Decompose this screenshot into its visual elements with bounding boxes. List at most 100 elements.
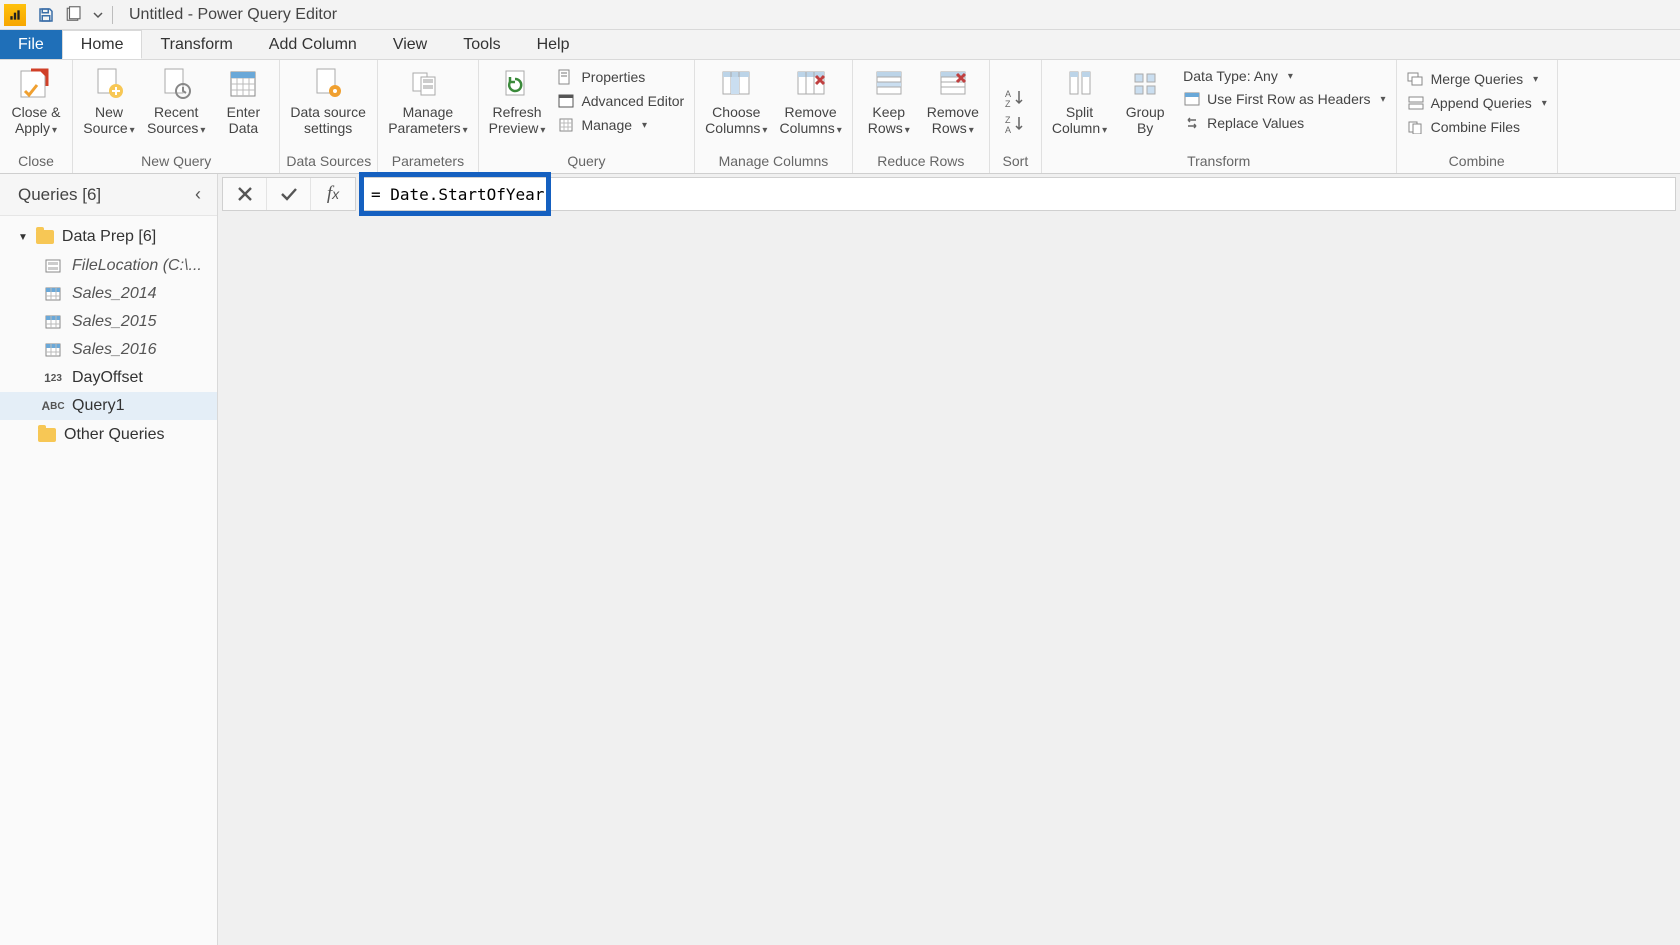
ribbon-group-transform: Split Column▾ Group By Data Type: Any▾ U… (1042, 60, 1397, 173)
recent-sources-button[interactable]: Recent Sources▾ (143, 64, 209, 139)
remove-columns-button[interactable]: Remove Columns▾ (775, 64, 845, 139)
query-group-data-prep[interactable]: ▼ Data Prep [6] (0, 222, 217, 252)
manage-parameters-label: Manage Parameters▾ (388, 104, 467, 137)
parameter-icon (44, 258, 62, 274)
folder-icon (38, 427, 56, 443)
merge-queries-label: Merge Queries (1431, 71, 1524, 87)
manage-button[interactable]: Manage▾ (553, 114, 688, 136)
append-queries-label: Append Queries (1431, 95, 1532, 111)
query-item-dayoffset[interactable]: 123 DayOffset (0, 364, 217, 392)
properties-icon (557, 68, 575, 86)
split-column-icon (1060, 66, 1100, 102)
save-icon[interactable] (34, 3, 58, 27)
number-icon: 123 (44, 370, 62, 386)
keep-rows-button[interactable]: Keep Rows▾ (859, 64, 919, 139)
tab-add-column[interactable]: Add Column (251, 30, 375, 59)
qat-dropdown-icon[interactable] (90, 3, 106, 27)
choose-columns-button[interactable]: Choose Columns▾ (701, 64, 771, 139)
tab-tools[interactable]: Tools (445, 30, 518, 59)
query-item-label: Sales_2015 (72, 313, 157, 331)
advanced-editor-icon (557, 92, 575, 110)
parameters-icon (408, 66, 448, 102)
remove-rows-icon (933, 66, 973, 102)
data-source-settings-button[interactable]: Data source settings (286, 64, 369, 138)
query-group-label: Data Prep [6] (62, 228, 156, 246)
cancel-formula-button[interactable] (223, 178, 267, 210)
split-column-label: Split Column▾ (1052, 104, 1107, 137)
close-apply-label: Close & Apply▾ (11, 104, 60, 137)
replace-values-label: Replace Values (1207, 115, 1304, 131)
group-label-transform: Transform (1048, 151, 1390, 173)
combine-files-label: Combine Files (1431, 119, 1520, 135)
replace-icon (1183, 114, 1201, 132)
query-item-sales-2014[interactable]: Sales_2014 (0, 280, 217, 308)
new-source-label: New Source▾ (83, 104, 134, 137)
table-icon (44, 314, 62, 330)
title-bar: Untitled - Power Query Editor (0, 0, 1680, 30)
combine-files-button[interactable]: Combine Files (1403, 116, 1551, 138)
advanced-editor-button[interactable]: Advanced Editor (553, 90, 688, 112)
ribbon-group-sort: AZ ZA Sort (990, 60, 1042, 173)
group-label-new-query: New Query (79, 151, 273, 173)
enter-data-button[interactable]: Enter Data (213, 64, 273, 138)
tab-view[interactable]: View (375, 30, 445, 59)
queries-pane: Queries [6] ‹ ▼ Data Prep [6] FileLocati… (0, 174, 218, 945)
commit-formula-button[interactable] (267, 178, 311, 210)
keep-rows-icon (869, 66, 909, 102)
remove-rows-button[interactable]: Remove Rows▾ (923, 64, 983, 139)
keep-rows-label: Keep Rows▾ (868, 104, 910, 137)
table-icon (44, 342, 62, 358)
sort-desc-button[interactable]: ZA (1003, 113, 1027, 135)
ribbon-tabs: File Home Transform Add Column View Tool… (0, 30, 1680, 60)
group-by-button[interactable]: Group By (1115, 64, 1175, 138)
group-label-close: Close (6, 151, 66, 173)
new-source-button[interactable]: New Source▾ (79, 64, 139, 139)
close-apply-button[interactable]: Close & Apply▾ (6, 64, 66, 139)
collapse-pane-icon[interactable]: ‹ (189, 184, 207, 205)
append-queries-button[interactable]: Append Queries▾ (1403, 92, 1551, 114)
ribbon-group-new-query: New Source▾ Recent Sources▾ Enter Data N… (73, 60, 280, 173)
tab-file[interactable]: File (0, 30, 62, 59)
refresh-icon (497, 66, 537, 102)
query-item-filelocation[interactable]: FileLocation (C:\... (0, 252, 217, 280)
query-item-label: DayOffset (72, 369, 143, 387)
manage-icon (557, 116, 575, 134)
tab-transform[interactable]: Transform (142, 30, 250, 59)
properties-button[interactable]: Properties (553, 66, 688, 88)
first-row-headers-button[interactable]: Use First Row as Headers▾ (1179, 88, 1389, 110)
refresh-preview-button[interactable]: Refresh Preview▾ (485, 64, 550, 139)
check-icon (279, 185, 299, 203)
data-type-label: Data Type: Any (1183, 68, 1278, 84)
data-source-settings-label: Data source settings (290, 104, 365, 136)
group-by-icon (1125, 66, 1165, 102)
tab-help[interactable]: Help (519, 30, 588, 59)
manage-parameters-button[interactable]: Manage Parameters▾ (384, 64, 471, 139)
ribbon-group-overflow (1558, 60, 1680, 173)
data-type-button[interactable]: Data Type: Any▾ (1179, 66, 1389, 86)
split-column-button[interactable]: Split Column▾ (1048, 64, 1111, 139)
first-row-headers-label: Use First Row as Headers (1207, 91, 1370, 107)
append-icon (1407, 94, 1425, 112)
query-group-other[interactable]: Other Queries (0, 420, 217, 450)
merge-queries-button[interactable]: Merge Queries▾ (1403, 68, 1551, 90)
formula-input-wrap[interactable] (362, 177, 1676, 211)
query-item-sales-2016[interactable]: Sales_2016 (0, 336, 217, 364)
query-item-query1[interactable]: ABC Query1 (0, 392, 217, 420)
formula-input[interactable] (363, 185, 1675, 204)
app-icon (4, 4, 26, 26)
choose-columns-icon (716, 66, 756, 102)
undo-icon[interactable] (62, 3, 86, 27)
fx-button[interactable]: fx (311, 178, 355, 210)
query-item-sales-2015[interactable]: Sales_2015 (0, 308, 217, 336)
query-item-label: Sales_2014 (72, 285, 157, 303)
headers-icon (1183, 90, 1201, 108)
group-label-reduce-rows: Reduce Rows (859, 151, 983, 173)
svg-text:Z: Z (1005, 115, 1011, 125)
tab-home[interactable]: Home (62, 30, 143, 59)
replace-values-button[interactable]: Replace Values (1179, 112, 1389, 134)
combine-files-icon (1407, 118, 1425, 136)
close-apply-icon (16, 66, 56, 102)
enter-data-icon (223, 66, 263, 102)
x-icon (236, 185, 254, 203)
sort-asc-button[interactable]: AZ (1003, 87, 1027, 109)
